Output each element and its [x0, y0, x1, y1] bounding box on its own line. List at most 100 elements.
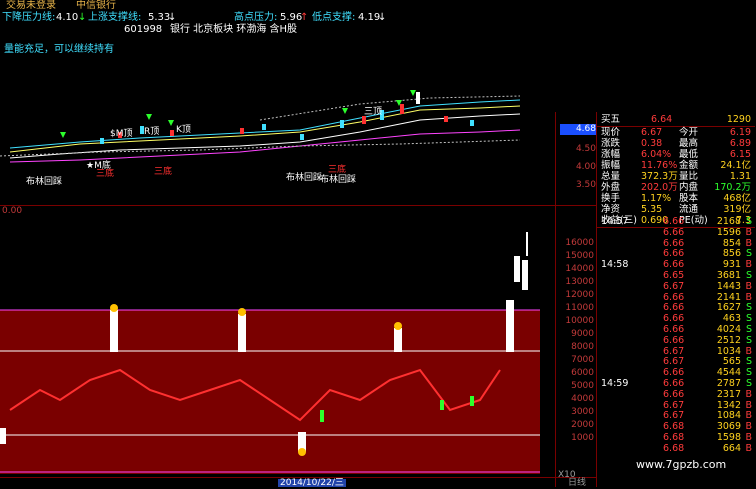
tick-price: 6.66 [663, 334, 685, 346]
high-pressure-value: 5.96 [280, 12, 303, 23]
arrow-down-icon: ↓ [378, 12, 387, 23]
tick-price: 6.66 [663, 216, 685, 227]
axis-tick: 5000 [571, 381, 594, 391]
indicator-chart[interactable] [0, 300, 556, 476]
three-bottom-label-3: 三底 [328, 163, 346, 175]
tick-volume: 4024 [716, 324, 741, 335]
tick-side: B [745, 237, 752, 249]
tick-price: 6.66 [663, 226, 685, 238]
tick-time: 14:57 [601, 216, 629, 227]
tick-volume: 2168 [716, 216, 741, 227]
spike-candle-2 [522, 260, 528, 290]
price-tick-1: 4.00 [575, 162, 596, 172]
tick-time: 14:59 [601, 378, 629, 389]
tick-side: B [745, 291, 752, 303]
tick-side: S [745, 334, 752, 346]
buy5-vol: 1290 [726, 114, 751, 125]
price-chart[interactable]: $M顶 R顶 K顶 三顶 ★M底 三底 三底 三底 布林回踩 布林回踩 布林回踩 [0, 80, 556, 200]
tick-side: B [745, 432, 752, 443]
menu-item-stock[interactable]: 中信银行 [76, 0, 116, 12]
axis-tick: 16000 [565, 238, 594, 248]
r-top-label: R顶 [144, 126, 159, 137]
tick-price: 6.66 [663, 367, 685, 379]
menu-item-trade[interactable]: 交易未登录 [6, 0, 56, 12]
axis-tick: 15000 [565, 251, 594, 261]
tick-row: 6.67 1342 B [597, 400, 755, 411]
tick-volume: 2141 [716, 291, 741, 303]
axis-tick: 4000 [571, 394, 594, 404]
tick-row: 6.65 3681 S [597, 270, 755, 281]
axis-tick: 2000 [571, 420, 594, 430]
axis-tick: 6000 [571, 368, 594, 378]
tick-side: S [745, 367, 752, 379]
chart-divider [0, 205, 596, 206]
tick-volume: 3069 [716, 421, 741, 433]
axis-tick: 11000 [565, 303, 594, 313]
axis-divider [555, 112, 556, 487]
up-support-value: 5.33 [148, 12, 171, 23]
tick-volume: 463 [722, 313, 741, 325]
tick-price: 6.66 [663, 388, 685, 400]
k-top-label: K顶 [176, 124, 191, 135]
tick-price: 6.66 [663, 313, 685, 325]
tick-price: 6.67 [663, 410, 685, 422]
notice-text: 量能充足，可以继续持有 [4, 44, 114, 55]
tick-side: S [745, 216, 752, 227]
tick-row: 6.68 664 B [597, 443, 755, 454]
tick-side: S [745, 302, 752, 314]
tick-price: 6.67 [663, 399, 685, 411]
tick-price: 6.67 [663, 280, 685, 292]
m-top-label: $M顶 [110, 128, 133, 139]
tick-side: S [745, 248, 752, 260]
tick-row: 6.66 1596 B [597, 227, 755, 238]
date-label: 2014/10/22/三 [278, 478, 346, 488]
tick-time: 14:58 [601, 259, 629, 271]
tick-side: B [745, 410, 752, 422]
tick-side: B [745, 442, 752, 454]
quote-row: 换手 1.17% 股本 468亿 [601, 193, 751, 204]
axis-tick: 13000 [565, 277, 594, 287]
tick-volume: 1627 [716, 302, 741, 314]
axis-tick: 3000 [571, 407, 594, 417]
boll-label-1: 布林回踩 [26, 175, 62, 187]
axis-tick: 10000 [565, 316, 594, 326]
tick-row: 14:57 6.66 2168 S [597, 216, 755, 227]
price-tick-0: 4.50 [575, 144, 596, 154]
tick-row: 6.66 856 S [597, 248, 755, 259]
tick-side: S [745, 324, 752, 335]
tick-volume: 3681 [716, 270, 741, 281]
period-label[interactable]: 日线 [568, 478, 586, 489]
boll-label-3: 布林回踩 [320, 173, 356, 185]
boll-label-2: 布林回踩 [286, 171, 322, 183]
tick-price: 6.67 [663, 345, 685, 357]
quote-row: 总量 372.3万 量比 1.31 [601, 171, 751, 182]
spike-wick [526, 232, 528, 256]
tick-volume: 856 [722, 248, 741, 260]
tick-row: 6.66 4544 S [597, 367, 755, 378]
tick-side: S [745, 378, 752, 389]
quote-row: 外盘 202.0万 内盘 170.2万 [601, 182, 751, 193]
axis-tick: 1000 [571, 433, 594, 443]
three-bottom-label-2: 三底 [154, 165, 172, 177]
up-support-label: 上涨支撑线: [88, 12, 142, 23]
axis-tick: 12000 [565, 290, 594, 300]
tick-volume: 1342 [716, 399, 741, 411]
volume-axis: 16000 15000 14000 13000 12000 11000 1000… [556, 232, 594, 472]
lower-start-label: 0.00 [2, 206, 23, 216]
tick-row: 6.67 1084 B [597, 410, 755, 421]
tick-side: B [745, 388, 752, 400]
tick-price: 6.66 [663, 237, 685, 249]
stock-code: 601998 [124, 24, 163, 35]
tick-volume: 1596 [716, 226, 741, 238]
tick-list[interactable]: 14:57 6.66 2168 S 6.66 1596 B 6.66 854 B 6.66 856 S 1… [597, 216, 755, 482]
tick-price: 6.66 [663, 291, 685, 303]
down-pressure-label: 下降压力线: [2, 12, 56, 23]
buy5-price: 6.64 [651, 114, 673, 125]
quote-row: 现价 6.67 今开 6.19 [601, 127, 751, 138]
tick-volume: 1034 [716, 345, 741, 357]
tick-row: 6.66 2317 B [597, 389, 755, 400]
tick-price: 6.65 [663, 270, 685, 281]
tick-row: 6.66 2512 S [597, 335, 755, 346]
price-tick-2: 3.50 [575, 180, 596, 190]
buy5-label: 买五 [601, 114, 621, 125]
